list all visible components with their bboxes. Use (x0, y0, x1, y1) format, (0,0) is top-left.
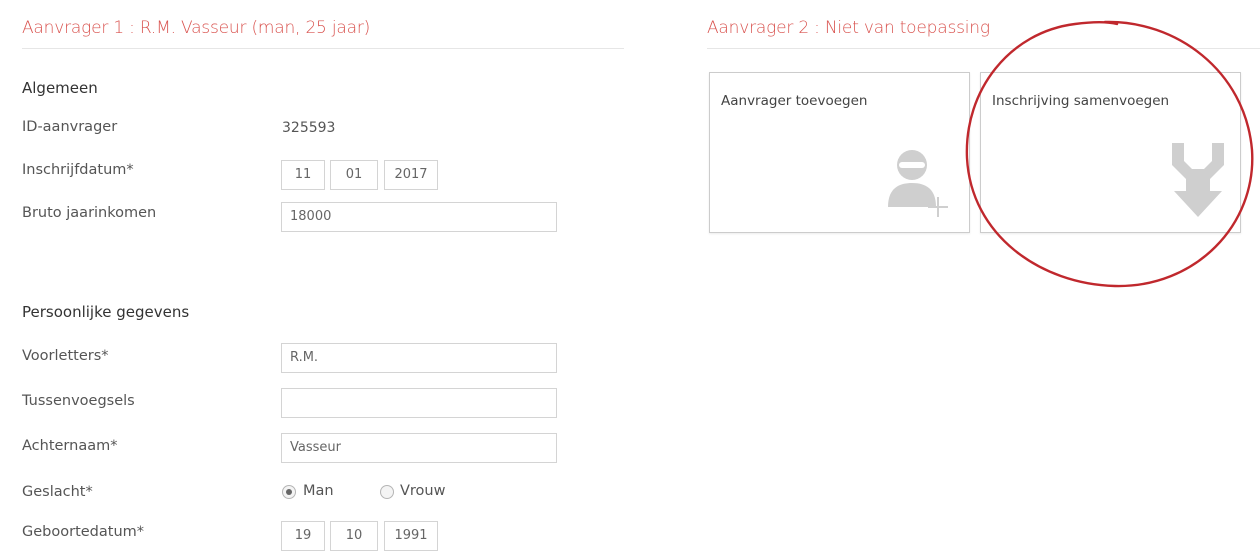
birth-month-field[interactable]: 10 (330, 521, 378, 551)
applicant1-heading: Aanvrager 1 : R.M. Vasseur (man, 25 jaar… (22, 18, 371, 38)
add-applicant-card[interactable]: Aanvrager toevoegen (709, 72, 970, 233)
surname-label: Achternaam* (22, 438, 118, 454)
registration-year-field[interactable]: 2017 (384, 160, 438, 190)
section-personal-title: Persoonlijke gegevens (22, 303, 190, 321)
surname-field[interactable]: Vasseur (281, 433, 557, 463)
gender-woman-label[interactable]: Vrouw (400, 483, 445, 499)
annotation-circle (965, 20, 1254, 288)
add-applicant-title: Aanvrager toevoegen (721, 93, 868, 109)
gender-man-radio[interactable] (282, 485, 296, 499)
registration-month-field[interactable]: 01 (330, 160, 378, 190)
gross-income-field[interactable]: 18000 (281, 202, 557, 232)
gender-woman-radio[interactable] (380, 485, 394, 499)
applicant2-heading: Aanvrager 2 : Niet van toepassing (707, 18, 990, 38)
birth-day-field[interactable]: 19 (281, 521, 325, 551)
prefix-field[interactable] (281, 388, 557, 418)
gross-income-label: Bruto jaarinkomen (22, 205, 157, 221)
gender-man-label[interactable]: Man (303, 483, 334, 499)
registration-day-field[interactable]: 11 (281, 160, 325, 190)
id-applicant-value: 325593 (282, 120, 336, 136)
registration-date-label: Inschrijfdatum* (22, 162, 134, 178)
applicant1-divider (22, 48, 624, 49)
prefix-label: Tussenvoegsels (22, 393, 135, 409)
id-applicant-label: ID-aanvrager (22, 119, 118, 135)
gender-label: Geslacht* (22, 484, 93, 500)
add-user-icon (888, 150, 948, 217)
birthdate-label: Geboortedatum* (22, 524, 145, 540)
initials-label: Voorletters* (22, 348, 109, 364)
birth-year-field[interactable]: 1991 (384, 521, 438, 551)
initials-field[interactable]: R.M. (281, 343, 557, 373)
section-general-title: Algemeen (22, 79, 98, 97)
